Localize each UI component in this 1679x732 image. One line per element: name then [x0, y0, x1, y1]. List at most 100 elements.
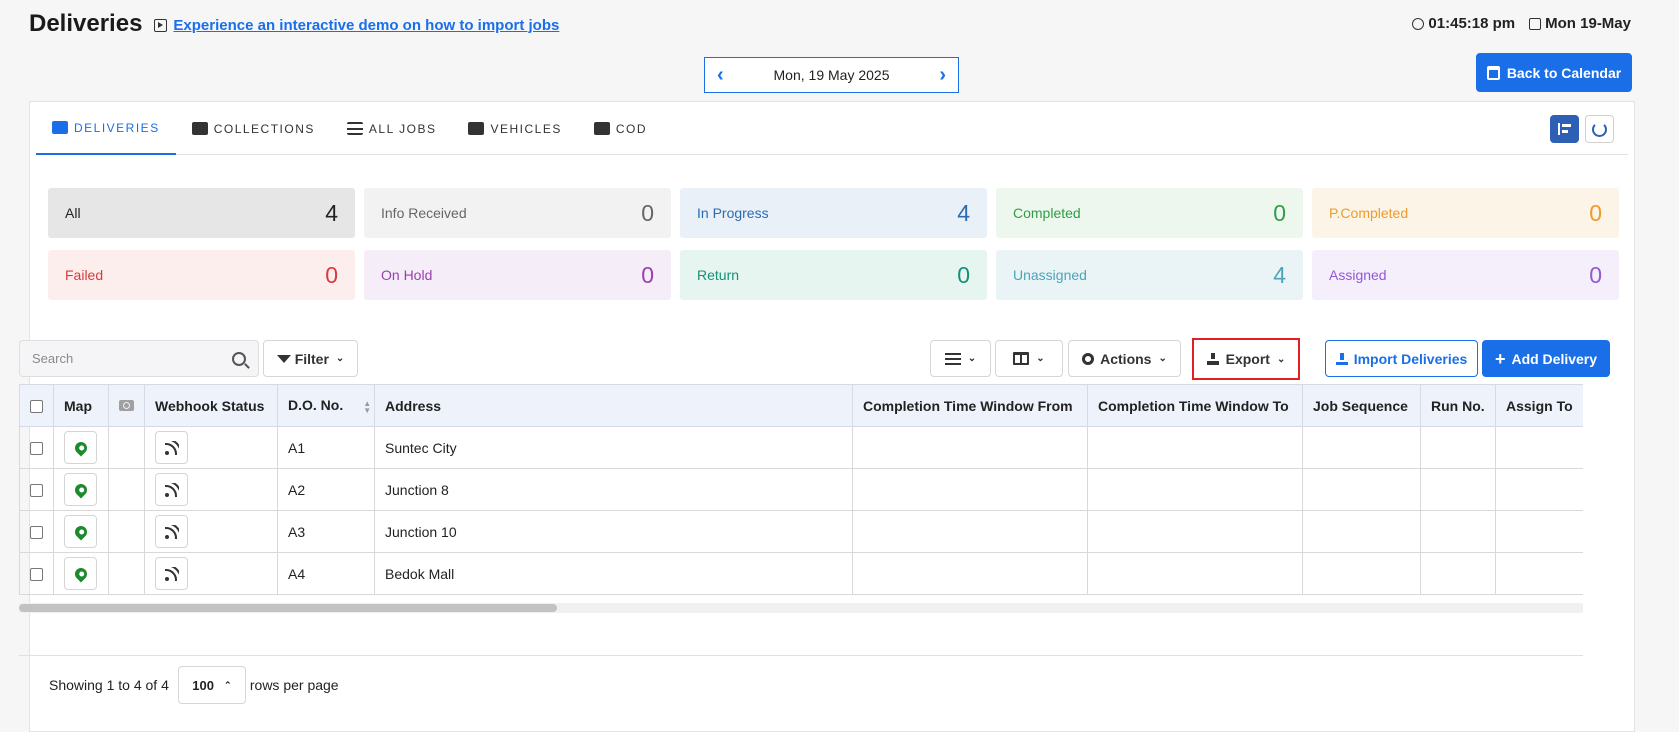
job-sequence-cell[interactable] — [1302, 552, 1421, 595]
status-card-p-completed[interactable]: P.Completed 0 — [1312, 188, 1619, 238]
completion-to-cell[interactable] — [1087, 426, 1303, 469]
row-checkbox[interactable] — [30, 484, 43, 498]
run-no-cell[interactable] — [1420, 552, 1496, 595]
column-header-assign-to[interactable]: Assign To — [1495, 384, 1583, 427]
column-settings-button[interactable]: ⌄ — [930, 340, 991, 377]
rows-per-page-select[interactable]: 100 ⌃ — [177, 666, 246, 704]
completion-to-cell[interactable] — [1087, 552, 1303, 595]
table-row[interactable]: A1 Suntec City — [19, 426, 1583, 469]
column-header-job-sequence[interactable]: Job Sequence — [1302, 384, 1421, 427]
address-cell[interactable]: Junction 8 — [374, 468, 853, 511]
column-header-completion-from[interactable]: Completion Time Window From — [852, 384, 1088, 427]
selected-date[interactable]: Mon, 19 May 2025 — [774, 67, 890, 83]
webhook-button[interactable] — [155, 473, 188, 506]
job-sequence-cell[interactable] — [1302, 510, 1421, 553]
column-header-webhook-status[interactable]: Webhook Status — [144, 384, 278, 427]
status-card-return[interactable]: Return 0 — [680, 250, 987, 300]
rss-icon — [164, 567, 179, 581]
archive-icon — [191, 122, 208, 135]
map-button[interactable] — [64, 557, 97, 590]
add-delivery-button[interactable]: + Add Delivery — [1482, 340, 1610, 377]
tab-vehicles[interactable]: VEHICLES — [452, 102, 577, 155]
job-sequence-cell[interactable] — [1302, 426, 1421, 469]
address-cell[interactable]: Bedok Mall — [374, 552, 853, 595]
sort-icon[interactable]: ▲ ▼ — [363, 399, 371, 414]
tab-deliveries[interactable]: DELIVERIES — [36, 102, 176, 155]
row-checkbox[interactable] — [30, 568, 43, 582]
truck-icon — [52, 121, 68, 134]
row-checkbox[interactable] — [30, 442, 43, 456]
do-no-cell[interactable]: A2 — [277, 468, 375, 511]
list-icon — [346, 122, 363, 135]
status-card-all[interactable]: All 4 — [48, 188, 355, 238]
horizontal-scrollbar[interactable] — [19, 603, 1583, 613]
webhook-button[interactable] — [155, 515, 188, 548]
status-card-in-progress[interactable]: In Progress 4 — [680, 188, 987, 238]
completion-from-cell[interactable] — [852, 426, 1088, 469]
do-no-cell[interactable]: A3 — [277, 510, 375, 553]
assign-to-cell[interactable] — [1495, 510, 1583, 553]
select-all-checkbox[interactable] — [30, 400, 43, 414]
completion-to-cell[interactable] — [1087, 468, 1303, 511]
search-icon[interactable] — [232, 351, 246, 366]
run-no-cell[interactable] — [1420, 510, 1496, 553]
export-button[interactable]: Export ⌄ — [1194, 340, 1298, 378]
status-card-unassigned[interactable]: Unassigned 4 — [996, 250, 1303, 300]
rss-icon — [164, 483, 179, 497]
column-header-do-no[interactable]: D.O. No. ▲ ▼ — [277, 384, 375, 427]
column-header-address[interactable]: Address — [374, 384, 853, 427]
tab-cod[interactable]: COD — [578, 102, 663, 155]
address-cell[interactable]: Suntec City — [374, 426, 853, 469]
status-card-info-received[interactable]: Info Received 0 — [364, 188, 671, 238]
chevron-right-icon[interactable]: › — [939, 65, 946, 85]
run-no-cell[interactable] — [1420, 468, 1496, 511]
assign-to-cell[interactable] — [1495, 426, 1583, 469]
table-row[interactable]: A4 Bedok Mall — [19, 552, 1583, 595]
gantt-view-button[interactable] — [1550, 115, 1579, 143]
column-header-run-no[interactable]: Run No. — [1420, 384, 1496, 427]
do-no-cell[interactable]: A4 — [277, 552, 375, 595]
layout-button[interactable]: ⌄ — [995, 340, 1063, 377]
clock-icon — [1412, 17, 1425, 30]
webhook-button[interactable] — [155, 557, 188, 590]
completion-from-cell[interactable] — [852, 510, 1088, 553]
assign-to-cell[interactable] — [1495, 552, 1583, 595]
car-icon — [468, 122, 485, 135]
deliveries-table-container: Map Webhook Status D.O. No. ▲ ▼ Address Co… — [19, 384, 1583, 595]
map-button[interactable] — [64, 431, 97, 464]
interactive-demo-link[interactable]: Experience an interactive demo on how to… — [173, 17, 559, 34]
address-cell[interactable]: Junction 10 — [374, 510, 853, 553]
status-card-assigned[interactable]: Assigned 0 — [1312, 250, 1619, 300]
scrollbar-thumb[interactable] — [19, 604, 557, 612]
status-card-failed[interactable]: Failed 0 — [48, 250, 355, 300]
page-header: Deliveries Experience an interactive dem… — [29, 10, 559, 38]
refresh-button[interactable] — [1585, 115, 1614, 143]
tab-all-jobs[interactable]: ALL JOBS — [331, 102, 453, 155]
filter-button[interactable]: Filter ⌄ — [263, 340, 358, 377]
row-checkbox[interactable] — [30, 526, 43, 540]
actions-button[interactable]: Actions ⌄ — [1068, 340, 1181, 377]
completion-from-cell[interactable] — [852, 552, 1088, 595]
status-label: P.Completed — [1329, 205, 1409, 221]
back-to-calendar-button[interactable]: Back to Calendar — [1476, 53, 1632, 92]
do-no-cell[interactable]: A1 — [277, 426, 375, 469]
run-no-cell[interactable] — [1420, 426, 1496, 469]
completion-to-cell[interactable] — [1087, 510, 1303, 553]
status-card-on-hold[interactable]: On Hold 0 — [364, 250, 671, 300]
column-header-map[interactable]: Map — [53, 384, 109, 427]
column-header-completion-to[interactable]: Completion Time Window To — [1087, 384, 1303, 427]
assign-to-cell[interactable] — [1495, 468, 1583, 511]
table-row[interactable]: A3 Junction 10 — [19, 510, 1583, 553]
status-card-completed[interactable]: Completed 0 — [996, 188, 1303, 238]
map-button[interactable] — [64, 473, 97, 506]
chevron-left-icon[interactable]: ‹ — [717, 65, 724, 85]
table-row[interactable]: A2 Junction 8 — [19, 468, 1583, 511]
import-deliveries-button[interactable]: Import Deliveries — [1325, 340, 1478, 377]
webhook-button[interactable] — [155, 431, 188, 464]
map-pin-icon — [72, 439, 89, 456]
search-input[interactable] — [32, 351, 232, 366]
tab-collections[interactable]: COLLECTIONS — [176, 102, 331, 155]
job-sequence-cell[interactable] — [1302, 468, 1421, 511]
completion-from-cell[interactable] — [852, 468, 1088, 511]
map-button[interactable] — [64, 515, 97, 548]
